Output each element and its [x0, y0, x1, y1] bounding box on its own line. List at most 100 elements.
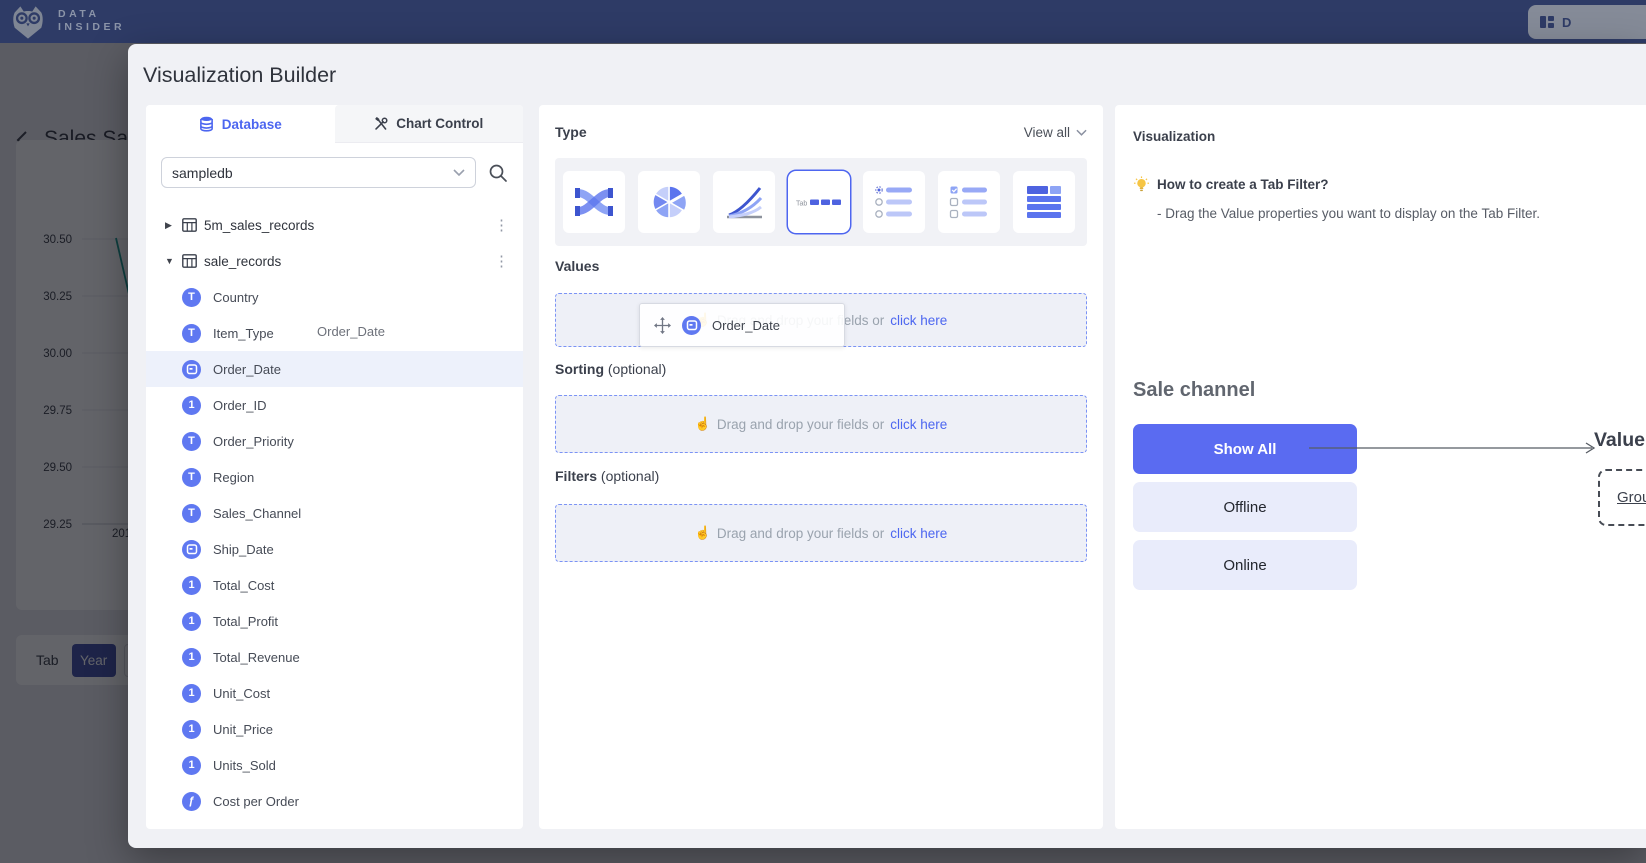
- table-icon: [1026, 185, 1062, 219]
- tree-row-units-sold[interactable]: 1Units_Sold: [146, 747, 523, 783]
- tree-row-unit-cost[interactable]: 1Unit_Cost: [146, 675, 523, 711]
- number-field-icon: 1: [182, 612, 201, 631]
- tools-icon: [374, 117, 388, 131]
- dragged-field-label: Order_Date: [712, 318, 780, 333]
- tree-row-order-id[interactable]: 1Order_ID: [146, 387, 523, 423]
- hand-pointer-icon: ☝: [695, 525, 711, 541]
- search-icon[interactable]: [488, 163, 508, 183]
- annotation-arrow: [1305, 440, 1603, 456]
- dashboard-button[interactable]: D: [1528, 5, 1646, 39]
- tab-chart-control[interactable]: Chart Control: [335, 105, 524, 143]
- tree-row-sale-records[interactable]: ▼sale_records⋮: [146, 243, 523, 279]
- number-field-icon: 1: [182, 396, 201, 415]
- top-navbar: DATA INSIDER D: [0, 0, 1646, 43]
- tree-row-item-type[interactable]: TItem_Type: [146, 315, 523, 351]
- sorting-dropzone[interactable]: ☝ Drag and drop your fields or click her…: [555, 395, 1087, 453]
- number-field-icon: 1: [182, 576, 201, 595]
- table-icon: [182, 218, 197, 232]
- tip-title: How to create a Tab Filter?: [1157, 177, 1329, 192]
- chart-type-radio-list[interactable]: [863, 171, 925, 233]
- sankey-icon: [574, 185, 614, 219]
- database-select[interactable]: sampledb: [161, 157, 476, 188]
- callout-box: Group: [1598, 469, 1646, 526]
- lightbulb-icon: [1133, 176, 1150, 193]
- visualization-builder-modal: Visualization Builder Database Chart Con…: [128, 44, 1646, 848]
- sorting-click-here-link[interactable]: click here: [890, 417, 947, 432]
- app-root: Sales Sa 30.5030.2530.0029.7529.5029.252…: [0, 0, 1646, 863]
- values-section-label: Values: [555, 258, 599, 274]
- chart-type-tab-filter-selected[interactable]: Tab: [788, 171, 850, 233]
- preview-widget-title: Sale channel: [1133, 379, 1255, 402]
- date-field-icon: [182, 540, 201, 559]
- values-click-here-link[interactable]: click here: [890, 313, 947, 328]
- tree-row-order-date[interactable]: Order_Date: [146, 351, 523, 387]
- group-link[interactable]: Group: [1617, 489, 1646, 506]
- tab-database[interactable]: Database: [146, 105, 335, 143]
- kebab-menu-icon[interactable]: ⋮: [494, 216, 509, 234]
- chart-type-pie[interactable]: [638, 171, 700, 233]
- preview-tab-online[interactable]: Online: [1133, 540, 1357, 590]
- pie-icon: [650, 183, 688, 221]
- hand-pointer-icon: ☝: [695, 416, 711, 432]
- tree-row-region[interactable]: TRegion: [146, 459, 523, 495]
- chart-type-table[interactable]: [1013, 171, 1075, 233]
- number-field-icon: 1: [182, 684, 201, 703]
- brand-wordmark: DATA INSIDER: [58, 8, 125, 34]
- radio-list-icon: [874, 185, 914, 219]
- dashboard-icon: [1539, 14, 1555, 30]
- number-field-icon: 1: [182, 720, 201, 739]
- caret-right-icon[interactable]: ▶: [165, 220, 175, 231]
- checkbox-list-icon: [949, 185, 989, 219]
- text-field-icon: T: [182, 288, 201, 307]
- svg-text:Tab: Tab: [796, 201, 807, 208]
- chevron-down-icon: [1076, 129, 1087, 136]
- text-field-icon: T: [182, 504, 201, 523]
- dragged-field-chip[interactable]: Order_Date: [639, 303, 845, 347]
- tab-database-label: Database: [222, 117, 282, 132]
- visualization-preview-panel: Visualization How to create a Tab Filter…: [1115, 105, 1646, 829]
- chart-type-checkbox-list[interactable]: [938, 171, 1000, 233]
- tab-chart-control-label: Chart Control: [396, 116, 483, 131]
- text-field-icon: T: [182, 324, 201, 343]
- tab-filter-icon: Tab: [796, 194, 842, 210]
- type-section-header: Type View all: [555, 124, 1087, 140]
- table-icon: [182, 254, 197, 268]
- function-field-icon: ƒ: [182, 792, 201, 811]
- tree-row-ship-date[interactable]: Ship_Date: [146, 531, 523, 567]
- tree-row-sales-channel[interactable]: TSales_Channel: [146, 495, 523, 531]
- visualization-header: Visualization: [1133, 129, 1215, 144]
- number-field-icon: 1: [182, 648, 201, 667]
- database-icon: [199, 116, 214, 132]
- tree-row-order-priority[interactable]: TOrder_Priority: [146, 423, 523, 459]
- filters-dropzone[interactable]: ☝ Drag and drop your fields or click her…: [555, 504, 1087, 562]
- chart-type-line[interactable]: [713, 171, 775, 233]
- tree-row-country[interactable]: TCountry: [146, 279, 523, 315]
- preview-tab-offline[interactable]: Offline: [1133, 482, 1357, 532]
- text-field-icon: T: [182, 468, 201, 487]
- panel-tabs: Database Chart Control: [146, 105, 523, 143]
- chart-type-sankey[interactable]: [563, 171, 625, 233]
- kebab-menu-icon[interactable]: ⋮: [494, 252, 509, 270]
- tree-row-total-revenue[interactable]: 1Total_Revenue: [146, 639, 523, 675]
- tree-row-total-profit[interactable]: 1Total_Profit: [146, 603, 523, 639]
- view-all-button[interactable]: View all: [1024, 125, 1087, 140]
- filters-click-here-link[interactable]: click here: [890, 526, 947, 541]
- dashboard-button-label: D: [1562, 15, 1571, 30]
- filters-section-label: Filters (optional): [555, 468, 659, 484]
- chevron-down-icon: [453, 169, 465, 176]
- database-search-row: sampledb: [161, 157, 508, 188]
- tip-body: - Drag the Value properties you want to …: [1157, 206, 1540, 221]
- field-tree: ▶5m_sales_records⋮▼sale_records⋮TCountry…: [146, 207, 523, 819]
- number-field-icon: 1: [182, 756, 201, 775]
- database-select-value: sampledb: [172, 165, 233, 181]
- tree-row-total-cost[interactable]: 1Total_Cost: [146, 567, 523, 603]
- modal-title: Visualization Builder: [143, 63, 336, 88]
- owl-logo[interactable]: [9, 3, 47, 41]
- chart-type-strip: Tab: [555, 158, 1087, 246]
- text-field-icon: T: [182, 432, 201, 451]
- tree-row-5m-sales-records[interactable]: ▶5m_sales_records⋮: [146, 207, 523, 243]
- caret-down-icon[interactable]: ▼: [165, 256, 175, 266]
- tree-row-unit-price[interactable]: 1Unit_Price: [146, 711, 523, 747]
- type-section-label: Type: [555, 124, 587, 140]
- tree-row-cost-per-order[interactable]: ƒCost per Order: [146, 783, 523, 819]
